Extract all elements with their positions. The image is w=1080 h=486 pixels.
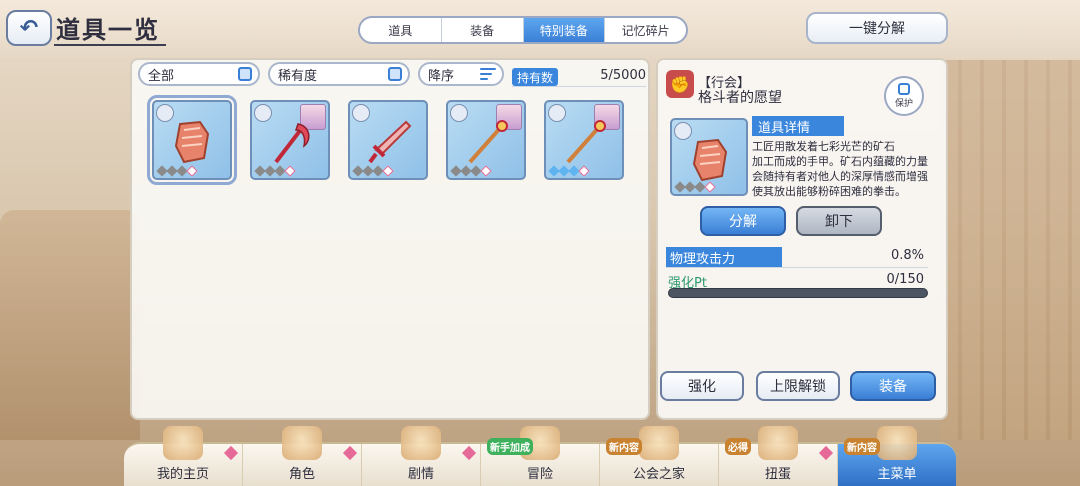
castle-icon: [163, 426, 203, 460]
item-description: 工匠用散发着七彩光芒的矿石 加工而成的手甲。矿石内蕴藏的力量 会随持有者对他人的…: [752, 139, 936, 199]
protect-label: 保护: [894, 99, 913, 109]
newbie-bonus-badge: 新手加成: [487, 438, 533, 455]
background-shelf: [940, 60, 1080, 440]
enhance-points-value: 0/150: [886, 272, 924, 287]
nav-label: 主菜单: [877, 467, 917, 482]
gem-icon: [223, 445, 239, 461]
scythe-icon: [274, 123, 310, 164]
lock-icon: [898, 83, 910, 95]
back-button[interactable]: ↶: [6, 10, 52, 46]
item-name: 格斗者的愿望: [698, 90, 782, 106]
rarity-stars: [548, 165, 590, 177]
rarity-filter-label: 稀有度: [278, 68, 318, 84]
equipment-slot-scythe[interactable]: [250, 100, 330, 180]
nav-label: 公会之家: [632, 467, 685, 482]
enhance-progress-bar: [668, 288, 928, 298]
bottom-navigation: 我的主页 角色 剧情 新手加成 冒险 新内容 公会之家 必得 扭蛋 新内容 主菜…: [124, 426, 956, 486]
nav-adventure[interactable]: 新手加成 冒险: [481, 426, 600, 486]
protect-lock-button[interactable]: 保护: [884, 76, 924, 116]
staff-icon: [566, 120, 606, 164]
back-arrow-icon: ↶: [19, 15, 39, 41]
scroll-icon: [401, 426, 441, 460]
guaranteed-badge: 必得: [725, 438, 751, 455]
gem-icon: [818, 445, 834, 461]
owned-count-value: 5/5000: [600, 68, 646, 83]
nav-main-menu[interactable]: 新内容 主菜单: [838, 426, 956, 486]
limit-break-button[interactable]: 上限解锁: [756, 371, 840, 401]
nav-gacha[interactable]: 必得 扭蛋: [719, 426, 838, 486]
nav-label: 扭蛋: [764, 467, 791, 482]
title-underline: [54, 44, 166, 46]
nav-label: 剧情: [407, 467, 434, 482]
equipment-slot-flame-staff[interactable]: [446, 100, 526, 180]
fist-icon: ✊: [666, 70, 694, 98]
tab-equipment[interactable]: 装备: [442, 18, 524, 42]
owned-divider: [512, 86, 646, 87]
nav-my-home[interactable]: 我的主页: [124, 426, 243, 486]
dropdown-icon: [388, 67, 402, 81]
nav-story[interactable]: 剧情: [362, 426, 481, 486]
page-title: 道具一览: [56, 16, 160, 44]
detail-item-thumbnail: [670, 118, 748, 196]
gauntlet-icon: [174, 120, 210, 164]
equipment-grid: [147, 95, 624, 185]
gem-icon: [461, 445, 477, 461]
rarity-stars: [674, 181, 716, 193]
equip-button[interactable]: 装备: [850, 371, 936, 401]
stat-divider: [666, 267, 928, 268]
sort-order-toggle[interactable]: 降序: [418, 62, 504, 86]
rarity-stars: [450, 165, 492, 177]
tab-memory-pieces[interactable]: 记忆碎片: [605, 18, 686, 42]
owned-count-label: 持有数: [512, 68, 558, 86]
stat-value: 0.8%: [890, 248, 924, 263]
dropdown-icon: [238, 67, 252, 81]
sword-icon: [368, 120, 412, 164]
rarity-stars: [352, 165, 394, 177]
equipment-slot-sword[interactable]: [348, 100, 428, 180]
sort-order-label: 降序: [428, 68, 455, 84]
equipment-slot-gauntlet[interactable]: [147, 95, 237, 185]
rarity-stars: [254, 165, 296, 177]
description-line: 工匠用散发着七彩光芒的矿石: [752, 140, 895, 153]
new-content-badge: 新内容: [844, 438, 880, 455]
dismantle-button[interactable]: 分解: [700, 206, 786, 236]
sort-icon: [480, 68, 496, 80]
equipment-slot-blue-staff[interactable]: [544, 100, 624, 180]
door-icon: [639, 426, 679, 460]
bulk-dismantle-button[interactable]: 一键分解: [806, 12, 948, 44]
enhance-button[interactable]: 强化: [660, 371, 744, 401]
tab-special-equipment[interactable]: 特别装备: [523, 18, 606, 42]
nav-characters[interactable]: 角色: [243, 426, 362, 486]
item-details-header: 道具详情: [752, 116, 844, 136]
nav-guild-house[interactable]: 新内容 公会之家: [600, 426, 719, 486]
unequip-button[interactable]: 卸下: [796, 206, 882, 236]
gem-icon: [342, 445, 358, 461]
gacha-machine-icon: [758, 426, 798, 460]
description-line: 使其放出能够粉碎困难的拳击。: [752, 185, 906, 198]
rarity-stars: [156, 165, 198, 177]
tab-items[interactable]: 道具: [360, 18, 442, 42]
top-tab-bar: 道具 装备 特别装备 记忆碎片: [358, 16, 688, 44]
gauntlet-icon: [692, 138, 728, 182]
category-filter[interactable]: 全部: [138, 62, 260, 86]
category-filter-label: 全部: [148, 68, 175, 84]
description-line: 会随持有者对他人的深厚情感而增强: [752, 170, 928, 183]
description-line: 加工而成的手甲。矿石内蕴藏的力量: [752, 155, 928, 168]
character-icon: [282, 426, 322, 460]
new-content-badge: 新内容: [606, 438, 642, 455]
stat-label: 物理攻击力: [666, 247, 782, 267]
rarity-filter[interactable]: 稀有度: [268, 62, 410, 86]
background-chest: [0, 210, 140, 440]
staff-icon: [468, 120, 508, 164]
nav-label: 冒险: [526, 467, 553, 482]
nav-label: 角色: [288, 467, 315, 482]
menu-crest-icon: [877, 426, 917, 460]
nav-label: 我的主页: [156, 467, 209, 482]
